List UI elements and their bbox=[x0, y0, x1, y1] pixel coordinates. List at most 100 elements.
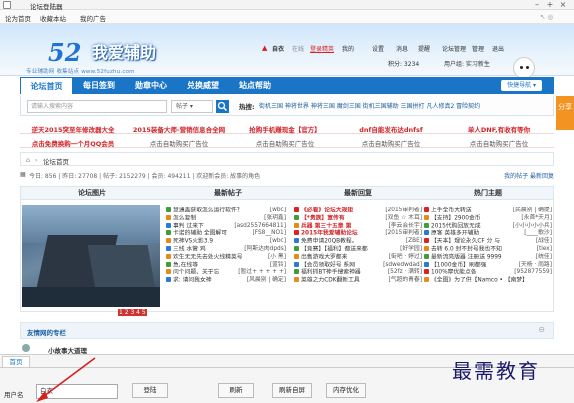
collapse-icon[interactable]: ⊖ bbox=[538, 325, 545, 334]
admin-link[interactable]: 管理 bbox=[472, 44, 484, 53]
logout-link[interactable]: 退出 bbox=[492, 44, 504, 53]
item-author[interactable]: [气超的青春] bbox=[388, 277, 422, 285]
item-title[interactable]: 怎么复制 bbox=[173, 215, 196, 221]
item-title[interactable]: 上手全币大转送 bbox=[431, 208, 472, 214]
item-author[interactable]: [统佳] bbox=[536, 254, 552, 262]
tab-daily-signin[interactable]: 每日签到 bbox=[73, 77, 125, 94]
item-author[interactable]: [天杨 · 雨路] bbox=[519, 262, 552, 270]
forum-admin-link[interactable]: 论坛管理 bbox=[442, 44, 466, 53]
latest-post-item[interactable]: 求: 请问我女神 [风晨别 | 确定] bbox=[166, 277, 286, 285]
hot-topic-item[interactable]: 《全图》为了供【Namco • 【南梦】 bbox=[424, 277, 552, 285]
ad-link[interactable]: 单人DNF,有收有等你 bbox=[444, 124, 554, 134]
memory-optimize-button[interactable]: 内存优化 bbox=[326, 383, 366, 398]
latest-reply-item[interactable]: 【竞赛】【福利】都送来都 [好学园] bbox=[294, 245, 422, 254]
username-input[interactable]: 白衣 bbox=[36, 384, 118, 399]
latest-reply-item[interactable]: 【*贵族】宣传有 [双鱼 ☆ 木耳] bbox=[294, 214, 422, 223]
item-author[interactable]: [张玥鑫] bbox=[264, 215, 286, 223]
ad-slot-link[interactable]: 点击自助购买广告位 bbox=[126, 138, 232, 148]
points-display[interactable]: 积分: 3234 bbox=[388, 59, 419, 68]
latest-reply-item[interactable]: 英雄之力CDK翻新工具 [气超的青春] bbox=[294, 277, 422, 285]
latest-post-item[interactable]: 死神VS火影3.9 [wbc] bbox=[166, 238, 286, 246]
hot-search-items[interactable]: 街机三国 神将世界 神将三国 魔剑三国 街机三国辅助 三国拼打 凡人修真2 冒险… bbox=[259, 101, 480, 110]
item-title[interactable]: 【会员领取好号 系网 bbox=[301, 262, 355, 268]
forum-photo[interactable] bbox=[22, 205, 160, 307]
item-author[interactable]: [永首*天月] bbox=[521, 215, 552, 223]
item-title[interactable]: 兵器 第三十五章 第 bbox=[301, 223, 351, 229]
item-title[interactable]: 英雄之力CDK翻新工具 bbox=[301, 278, 360, 284]
hot-topic-item[interactable]: 去转 6.0 封不封号我也不知 [tlex] bbox=[424, 245, 552, 254]
item-author[interactable]: [好学园] bbox=[400, 246, 422, 254]
item-title[interactable]: 免费申请20QB教程。 bbox=[301, 239, 358, 245]
hot-topic-item[interactable]: 原客 英雄多开辅助 [____歌沙] bbox=[424, 230, 552, 238]
ad-slot-link[interactable]: 点击自助购买广告位 bbox=[444, 138, 554, 148]
item-title[interactable]: 【1000金币】刷都强 bbox=[431, 262, 486, 268]
search-input[interactable]: 请输入搜索内容 bbox=[27, 100, 167, 113]
latest-post-item[interactable]: 卡诺的辅助 全图解可 [FS8__NO1] bbox=[166, 230, 286, 238]
ad-link[interactable]: 抢购手机赚现金【官方】 bbox=[232, 124, 338, 134]
tab-site-help[interactable]: 站点帮助 bbox=[229, 77, 281, 94]
latest-post-item[interactable]: 事判 过来下 [asd2557664811] bbox=[166, 222, 286, 231]
item-title[interactable]: 去转 6.0 封不封号我也不知 bbox=[431, 246, 502, 252]
item-author[interactable]: [FS8__NO1] bbox=[252, 230, 286, 238]
item-title[interactable]: 【支持】2900金币 bbox=[431, 215, 481, 221]
ad-link[interactable]: dnf自能发布达dnfsf bbox=[338, 124, 444, 134]
user-group[interactable]: 用户组: 实习新生 bbox=[444, 59, 490, 68]
item-title[interactable]: 2015年我爱辅助论坛 bbox=[301, 231, 358, 237]
item-author[interactable]: [52fz · 满转] bbox=[388, 269, 422, 277]
messages-link[interactable]: 消息 bbox=[396, 44, 408, 53]
item-title[interactable]: 事判 过来下 bbox=[173, 223, 204, 229]
ad-slot-link[interactable]: 点击自助购买广告位 bbox=[338, 138, 444, 148]
ad-link[interactable]: 2015装备大师-营销信息合全网 bbox=[126, 124, 232, 134]
latest-reply-item[interactable]: 出售游戏大罗都来 [街吧 · 婷过] bbox=[294, 253, 422, 262]
section-title[interactable]: 友情网的专栏 bbox=[27, 327, 66, 337]
minimize-icon[interactable]: – bbox=[532, 0, 542, 9]
item-author[interactable]: [tlex] bbox=[537, 246, 552, 254]
latest-reply-item[interactable]: 《必看》论坛大规矩 [2015审判者] bbox=[294, 207, 422, 215]
hot-topic-item[interactable]: 最新流亮版器 注册送 9999 [统佳] bbox=[424, 253, 552, 262]
latest-post-item[interactable]: 三线 水管 鸡 [阿斯达肉dpds] bbox=[166, 245, 286, 254]
online-status[interactable]: 在线 bbox=[292, 44, 304, 53]
maximize-icon[interactable]: + bbox=[545, 0, 555, 9]
item-author[interactable]: [wbc] bbox=[270, 238, 286, 246]
item-title[interactable]: 求: 请问我女神 bbox=[173, 278, 212, 284]
item-title[interactable]: 【天本】理论永久CF 分 与 bbox=[431, 239, 500, 245]
item-author[interactable]: [暂过+ + + + +] bbox=[238, 269, 286, 277]
quick-nav-button[interactable]: 快捷导航 ▾ bbox=[501, 80, 542, 91]
tab-home[interactable]: 首页 bbox=[2, 356, 30, 367]
breadcrumb-current[interactable]: 论坛首页 bbox=[43, 156, 69, 166]
latest-post-item[interactable]: 怎么复制 [张玥鑫] bbox=[166, 214, 286, 223]
ad-link[interactable]: 逆天2015突至年修改器大全 bbox=[20, 124, 126, 134]
hot-topic-item[interactable]: 100%摩优能点各 [952877559] bbox=[424, 269, 552, 277]
item-title[interactable]: 《必看》论坛大规矩 bbox=[301, 208, 353, 214]
stats-links[interactable]: 我的帖子 最新回复 bbox=[504, 171, 554, 180]
item-title[interactable]: 最新流亮版器 注册送 9999 bbox=[431, 254, 502, 260]
menu-home-link[interactable]: 论为首页 bbox=[5, 13, 31, 23]
refresh-button[interactable]: 刷新 bbox=[218, 383, 254, 398]
item-author[interactable]: [2015审判者] bbox=[385, 230, 422, 238]
latest-reply-item[interactable]: 2015年我爱辅助论坛 [2015审判者] bbox=[294, 230, 422, 238]
item-title[interactable]: 福利抓BT神手搜索神器 bbox=[301, 270, 361, 276]
menu-bookmark-link[interactable]: 收藏本站 bbox=[40, 13, 66, 23]
settings-link[interactable]: 设置 bbox=[372, 44, 384, 53]
hot-topic-item[interactable]: 【天本】理论永久CF 分 与 [战佳] bbox=[424, 238, 552, 246]
hot-topic-item[interactable]: 【1000金币】刷都强 [天杨 · 雨路] bbox=[424, 261, 552, 270]
ad-link[interactable]: 点击免费换购一个月QQ会员 bbox=[20, 138, 126, 148]
search-button[interactable] bbox=[216, 100, 229, 113]
latest-reply-item[interactable]: 免费申请20QB教程。 [ZBE] bbox=[294, 238, 422, 246]
item-title[interactable]: 问个问题、关于忘 bbox=[173, 270, 219, 276]
item-title[interactable]: 死神VS火影3.9 bbox=[173, 239, 213, 245]
username-link[interactable]: 自衣 bbox=[272, 44, 284, 53]
hot-topic-item[interactable]: 上手全币大转送 [民晨别 | 确提] bbox=[424, 207, 552, 215]
item-title[interactable]: 慧通盖获取怎么运行软件? bbox=[173, 208, 240, 214]
close-icon[interactable]: × bbox=[558, 0, 568, 9]
item-title[interactable]: 卡诺的辅助 全图解可 bbox=[173, 231, 227, 237]
level-link[interactable]: 登录精英 bbox=[310, 44, 334, 53]
item-title[interactable]: 欢生无无先去处火线精英号 bbox=[173, 254, 243, 260]
tab-forum-home[interactable]: 论坛首页 bbox=[20, 77, 73, 94]
item-title[interactable]: 出售游戏大罗都来 bbox=[301, 254, 347, 260]
item-title[interactable]: 三线 水管 鸡 bbox=[173, 246, 206, 252]
item-author[interactable]: [2015审判者] bbox=[385, 207, 422, 215]
tab-medal-center[interactable]: 勋章中心 bbox=[125, 77, 177, 94]
photo-page-dots[interactable]: 1 2 3 4 5 bbox=[118, 309, 147, 316]
latest-reply-item[interactable]: 福利抓BT神手搜索神器 [52fz · 满转] bbox=[294, 269, 422, 277]
